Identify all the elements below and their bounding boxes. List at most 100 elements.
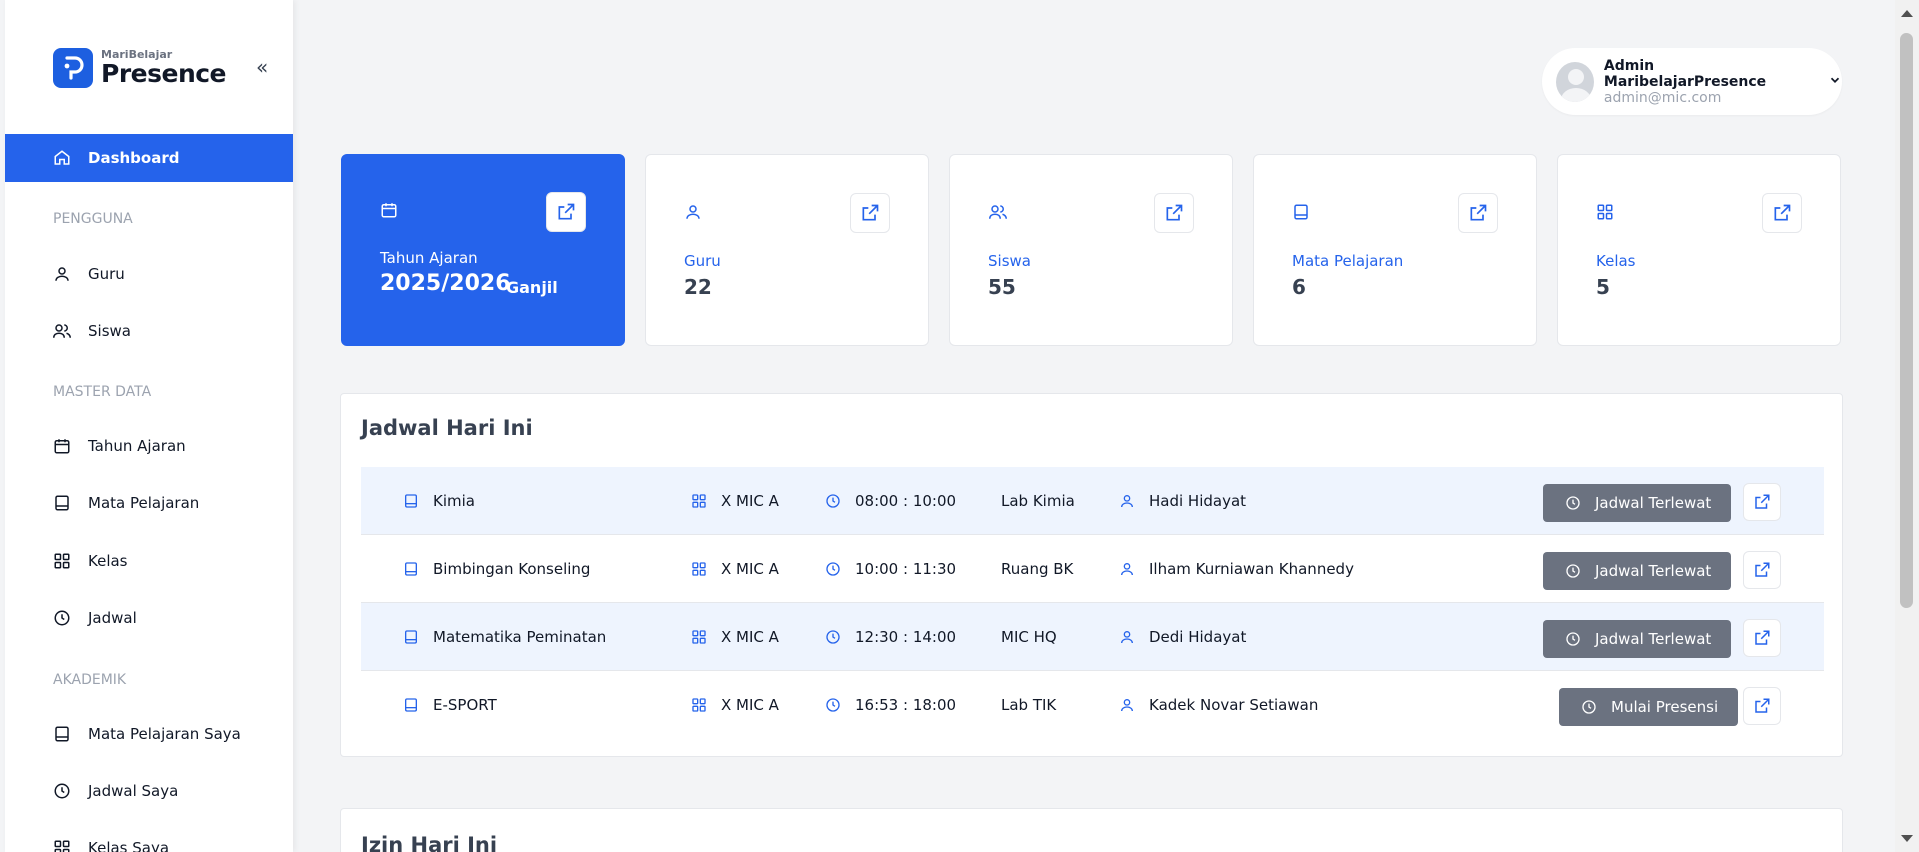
calendar-icon <box>52 436 72 456</box>
schedule-class: X MIC A <box>689 603 779 671</box>
status-label: Jadwal Terlewat <box>1595 494 1712 512</box>
schedule-row: Kimia X MIC A 08:00 : 10:00 Lab Kimia Ha… <box>361 467 1824 535</box>
sidebar-item-tahun-ajaran[interactable]: Tahun Ajaran <box>52 434 186 458</box>
book-icon <box>401 491 421 511</box>
status-button[interactable]: Jadwal Terlewat <box>1543 552 1732 590</box>
external-link-icon[interactable] <box>1762 193 1802 233</box>
clock-icon <box>1579 697 1599 717</box>
sidebar-item-kelas[interactable]: Kelas <box>52 549 128 573</box>
izin-panel: Izin Hari Ini <box>340 808 1843 852</box>
sidebar-item-jadwal-saya[interactable]: Jadwal Saya <box>52 779 178 803</box>
sidebar-item-jadwal[interactable]: Jadwal <box>52 606 137 630</box>
chevron-down-icon[interactable] <box>1828 73 1842 91</box>
schedule-room: Ruang BK <box>1001 560 1074 578</box>
user-menu[interactable]: Admin MaribelajarPresence admin@mic.com <box>1542 48 1842 115</box>
book-icon <box>401 695 421 715</box>
subject-name: Kimia <box>433 492 475 510</box>
sidebar-item-siswa[interactable]: Siswa <box>52 319 131 343</box>
card-value: 2025/2026 <box>380 271 511 296</box>
external-link-icon[interactable] <box>850 193 890 233</box>
schedule-subject: Kimia <box>401 467 475 535</box>
sidebar-item-dashboard[interactable]: Dashboard <box>5 134 293 182</box>
grid-icon <box>689 627 709 647</box>
external-link-icon[interactable] <box>1458 193 1498 233</box>
card-label: Mata Pelajaran <box>1292 252 1404 270</box>
book-icon <box>52 724 72 744</box>
card-tahun-ajaran: Tahun Ajaran 2025/2026 Ganjil <box>341 154 625 346</box>
grid-icon <box>1596 203 1614 225</box>
clock-icon <box>823 491 843 511</box>
schedule-time: 12:30 : 14:00 <box>823 603 956 671</box>
schedule-subject: Bimbingan Konseling <box>401 535 590 603</box>
external-link-icon[interactable] <box>1154 193 1194 233</box>
status-label: Jadwal Terlewat <box>1595 630 1712 648</box>
class-name: X MIC A <box>721 628 779 646</box>
schedule-subject: Matematika Peminatan <box>401 603 606 671</box>
teacher-name: Ilham Kurniawan Khannedy <box>1149 560 1354 578</box>
sidebar-item-label: Dashboard <box>88 149 180 167</box>
clock-icon <box>823 559 843 579</box>
sidebar-item-label: Mata Pelajaran <box>88 494 200 512</box>
schedule-room: Lab TIK <box>1001 696 1057 714</box>
collapse-sidebar-icon[interactable]: « <box>256 55 268 79</box>
scroll-down-icon[interactable] <box>1901 835 1913 842</box>
sidebar-item-label: Jadwal <box>88 609 137 627</box>
scrollbar-thumb[interactable] <box>1900 33 1913 608</box>
clock-icon <box>1563 493 1583 513</box>
sidebar-item-mata-pelajaran[interactable]: Mata Pelajaran <box>52 491 199 515</box>
time-range: 12:30 : 14:00 <box>855 628 957 646</box>
time-range: 08:00 : 10:00 <box>855 492 957 510</box>
grid-icon <box>689 559 709 579</box>
scroll-up-icon[interactable] <box>1901 10 1913 17</box>
card-label: Siswa <box>988 252 1031 270</box>
subject-name: E-SPORT <box>433 696 497 714</box>
sidebar-item-label: Tahun Ajaran <box>88 437 186 455</box>
class-name: X MIC A <box>721 560 779 578</box>
sidebar-item-label: Guru <box>88 265 125 283</box>
sidebar-item-guru[interactable]: Guru <box>52 262 125 286</box>
grid-icon <box>52 838 72 852</box>
schedule-time: 08:00 : 10:00 <box>823 467 956 535</box>
external-link-icon[interactable] <box>1743 687 1781 725</box>
subject-name: Bimbingan Konseling <box>433 560 591 578</box>
scrollbar[interactable] <box>1895 0 1919 852</box>
panel-title: Jadwal Hari Ini <box>361 416 533 440</box>
user-icon <box>1117 627 1137 647</box>
teacher-name: Hadi Hidayat <box>1149 492 1247 510</box>
section-master-data: MASTER DATA <box>53 384 152 400</box>
book-icon <box>401 627 421 647</box>
schedule-room: MIC HQ <box>1001 628 1057 646</box>
external-link-icon[interactable] <box>1743 551 1781 589</box>
external-link-icon[interactable] <box>1743 483 1781 521</box>
status-button[interactable]: Jadwal Terlewat <box>1543 484 1732 522</box>
start-presence-button[interactable]: Mulai Presensi <box>1559 688 1739 726</box>
section-akademik: AKADEMIK <box>53 672 127 688</box>
schedule-teacher: Dedi Hidayat <box>1117 603 1246 671</box>
users-icon <box>988 203 1008 225</box>
status-label: Jadwal Terlewat <box>1595 562 1712 580</box>
section-pengguna: PENGGUNA <box>53 211 133 227</box>
card-label: Guru <box>684 252 721 270</box>
card-value: 55 <box>988 275 1016 299</box>
home-icon <box>52 148 72 168</box>
schedule-class: X MIC A <box>689 467 779 535</box>
schedule-room: Lab Kimia <box>1001 492 1075 510</box>
card-semester: Ganjil <box>506 278 558 297</box>
external-link-icon[interactable] <box>546 192 586 232</box>
status-button[interactable]: Jadwal Terlewat <box>1543 620 1732 658</box>
clock-icon <box>52 781 72 801</box>
schedule-subject: E-SPORT <box>401 671 497 739</box>
schedule-row: Matematika Peminatan X MIC A 12:30 : 14:… <box>361 603 1824 671</box>
card-value: 5 <box>1596 275 1610 299</box>
sidebar-item-label: Kelas <box>88 552 128 570</box>
brand[interactable]: MariBelajar Presence <box>53 48 227 88</box>
card-label: Kelas <box>1596 252 1636 270</box>
external-link-icon[interactable] <box>1743 619 1781 657</box>
sidebar-item-mata-pelajaran-saya[interactable]: Mata Pelajaran Saya <box>52 722 241 746</box>
schedule-teacher: Kadek Novar Setiawan <box>1117 671 1318 739</box>
card-siswa: Siswa 55 <box>949 154 1233 346</box>
user-icon <box>1117 695 1137 715</box>
panel-title: Izin Hari Ini <box>361 833 498 852</box>
time-range: 10:00 : 11:30 <box>855 560 957 578</box>
sidebar-item-kelas-saya[interactable]: Kelas Saya <box>52 836 169 852</box>
